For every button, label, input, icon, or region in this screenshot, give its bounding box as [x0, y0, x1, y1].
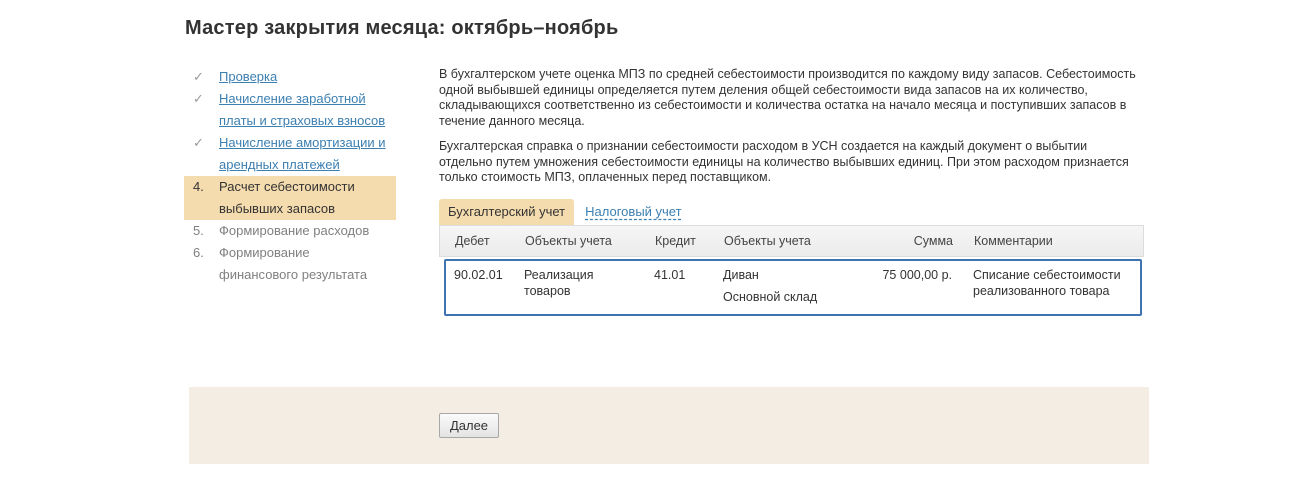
tab-tax[interactable]: Налоговый учет [576, 199, 690, 225]
main-content: В бухгалтерском учете оценка МПЗ по сред… [439, 67, 1144, 316]
column-header-debit-objects[interactable]: Объекты учета [525, 234, 612, 248]
cell-credit: 41.01 [654, 268, 686, 282]
credit-object-warehouse: Основной склад [723, 290, 818, 304]
step-label: Формирование расходов [219, 223, 370, 238]
step-check[interactable]: ✓ Проверка [184, 66, 396, 88]
footer-bar: Далее [189, 387, 1149, 464]
page-title: Мастер закрытия месяца: октябрь–ноябрь [185, 17, 619, 39]
step-label[interactable]: Начисление заработной платы и страховых … [219, 91, 385, 128]
column-header-debit[interactable]: Дебет [455, 234, 490, 248]
table-header: Дебет Объекты учета Кредит Объекты учета… [439, 225, 1144, 257]
description-paragraph: Бухгалтерская справка о признании себест… [439, 139, 1129, 184]
table-row[interactable]: 90.02.01 Реализация товаров 41.01 Диван … [444, 259, 1142, 316]
step-label: Расчет себестоимости выбывших запасов [219, 179, 355, 216]
check-icon: ✓ [193, 91, 204, 106]
step-label[interactable]: Начисление амортизации и арендных платеж… [219, 135, 386, 172]
step-financial-result: 6. Формирование финансового результата [184, 242, 396, 286]
step-payroll[interactable]: ✓ Начисление заработной платы и страховы… [184, 88, 396, 132]
step-label[interactable]: Проверка [219, 69, 277, 84]
check-icon: ✓ [193, 69, 204, 84]
next-button[interactable]: Далее [439, 413, 499, 438]
description-paragraph: В бухгалтерском учете оценка МПЗ по сред… [439, 67, 1136, 128]
wizard-steps: ✓ Проверка ✓ Начисление заработной платы… [184, 66, 396, 286]
tab-accounting[interactable]: Бухгалтерский учет [439, 199, 575, 225]
step-depreciation[interactable]: ✓ Начисление амортизации и арендных плат… [184, 132, 396, 176]
step-number: 6. [193, 245, 204, 260]
cell-debit-objects: Реализация товаров [524, 268, 594, 298]
step-label: Формирование финансового результата [219, 245, 368, 282]
entries-table: Дебет Объекты учета Кредит Объекты учета… [439, 225, 1144, 316]
step-number: 5. [193, 223, 204, 238]
credit-object-item: Диван [723, 268, 759, 282]
check-icon: ✓ [193, 135, 204, 150]
column-header-comments[interactable]: Комментарии [974, 234, 1053, 248]
cell-credit-objects: Диван Основной склад [723, 267, 853, 305]
accounting-tabs: Бухгалтерский учет Налоговый учет [439, 199, 691, 225]
step-number: 4. [193, 179, 204, 194]
cell-debit: 90.02.01 [454, 268, 503, 282]
column-header-amount[interactable]: Сумма [914, 234, 953, 248]
column-header-credit[interactable]: Кредит [655, 234, 696, 248]
step-cost-calculation: 4. Расчет себестоимости выбывших запасов [184, 176, 396, 220]
cell-comment: Списание себестоимости реализованного то… [973, 268, 1121, 298]
column-header-credit-objects[interactable]: Объекты учета [724, 234, 811, 248]
cell-amount: 75 000,00 р. [882, 268, 952, 282]
step-expenses: 5. Формирование расходов [184, 220, 396, 242]
